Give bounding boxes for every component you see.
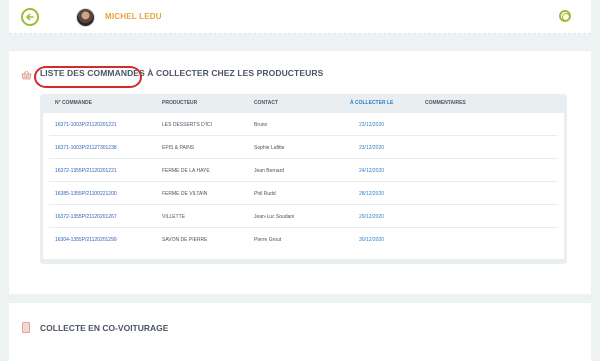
table-row[interactable]: 16372-1355P/21120201221 FERME DE LA HAYE… — [49, 159, 557, 182]
producer-cell: FERME DE VILTAIN — [162, 191, 208, 197]
order-number-link[interactable]: 16385-1355P/21100221200 — [55, 191, 117, 197]
column-header-contact[interactable]: CONTACT — [254, 100, 278, 106]
contact-cell: Jean Bernard — [254, 168, 285, 174]
producer-cell: LES DESSERTS D'ICI — [162, 122, 213, 128]
orders-section-title: LISTE DES COMMANDES À COLLECTER CHEZ LES… — [40, 68, 324, 78]
column-header-comments[interactable]: COMMENTAIRES — [425, 100, 466, 106]
table-row[interactable]: 16385-1355P/21100221200 FERME DE VILTAIN… — [49, 182, 557, 205]
order-number-link[interactable]: 16372-1355P/21120201267 — [55, 214, 117, 220]
table-row[interactable]: 16371-1003P/21127301238 EPIS & PAINS Sop… — [49, 136, 557, 159]
producer-cell: FERME DE LA HAYE — [162, 168, 210, 174]
table-row[interactable]: 16371-1003P/21120201221 LES DESSERTS D'I… — [49, 113, 557, 136]
collect-date-cell: 28/12/2020 — [359, 191, 385, 197]
basket-icon — [21, 70, 32, 80]
collect-date-cell: 23/12/2020 — [359, 145, 385, 151]
order-number-link[interactable]: 16371-1003P/21120201221 — [55, 122, 117, 128]
order-number-link[interactable]: 16372-1355P/21120201221 — [55, 168, 117, 174]
user-name[interactable]: MICHEL LEDU — [105, 12, 162, 21]
carpool-card: COLLECTE EN CO-VOITURAGE — [9, 303, 591, 361]
contact-cell: Sophie Lafitte — [254, 145, 285, 151]
table-row[interactable]: 16372-1355P/21120201267 VILLETTE Jean-Lu… — [49, 205, 557, 228]
back-button[interactable] — [21, 8, 39, 26]
collect-date-cell: 29/12/2020 — [359, 214, 385, 220]
avatar[interactable] — [76, 8, 95, 27]
producer-cell: VILLETTE — [162, 214, 186, 220]
column-header-producer[interactable]: PRODUCTEUR — [162, 100, 197, 106]
contact-cell: Pierre Grout — [254, 237, 282, 243]
table-header: N° COMMANDE PRODUCTEUR CONTACT À COLLECT… — [40, 94, 567, 113]
collect-date-cell: 30/12/2020 — [359, 237, 385, 243]
arrow-left-icon — [26, 13, 34, 21]
top-bar: MICHEL LEDU — [9, 0, 591, 34]
column-header-order-no[interactable]: N° COMMANDE — [55, 100, 92, 106]
contact-cell: Phil Rudd — [254, 191, 276, 197]
collect-date-cell: 24/12/2020 — [359, 168, 385, 174]
producer-cell: SAVON DE PIERRE — [162, 237, 208, 243]
table-row[interactable]: 16304-1355P/21120201299 SAVON DE PIERRE … — [49, 228, 557, 251]
order-number-link[interactable]: 16304-1355P/21120201299 — [55, 237, 117, 243]
carpool-section-title[interactable]: COLLECTE EN CO-VOITURAGE — [40, 323, 168, 333]
orders-card: LISTE DES COMMANDES À COLLECTER CHEZ LES… — [9, 51, 591, 294]
contact-cell: Bruno — [254, 122, 268, 128]
lifebuoy-icon[interactable] — [559, 10, 571, 22]
collect-date-cell: 23/12/2020 — [359, 122, 385, 128]
orders-table: N° COMMANDE PRODUCTEUR CONTACT À COLLECT… — [40, 94, 567, 264]
table-body: 16371-1003P/21120201221 LES DESSERTS D'I… — [43, 113, 564, 259]
contact-cell: Jean-Luc Soudani — [254, 214, 295, 220]
column-header-collect-by[interactable]: À COLLECTER LE — [350, 100, 393, 106]
order-number-link[interactable]: 16371-1003P/21127301238 — [55, 145, 117, 151]
clipboard-icon — [22, 322, 30, 333]
producer-cell: EPIS & PAINS — [162, 145, 195, 151]
